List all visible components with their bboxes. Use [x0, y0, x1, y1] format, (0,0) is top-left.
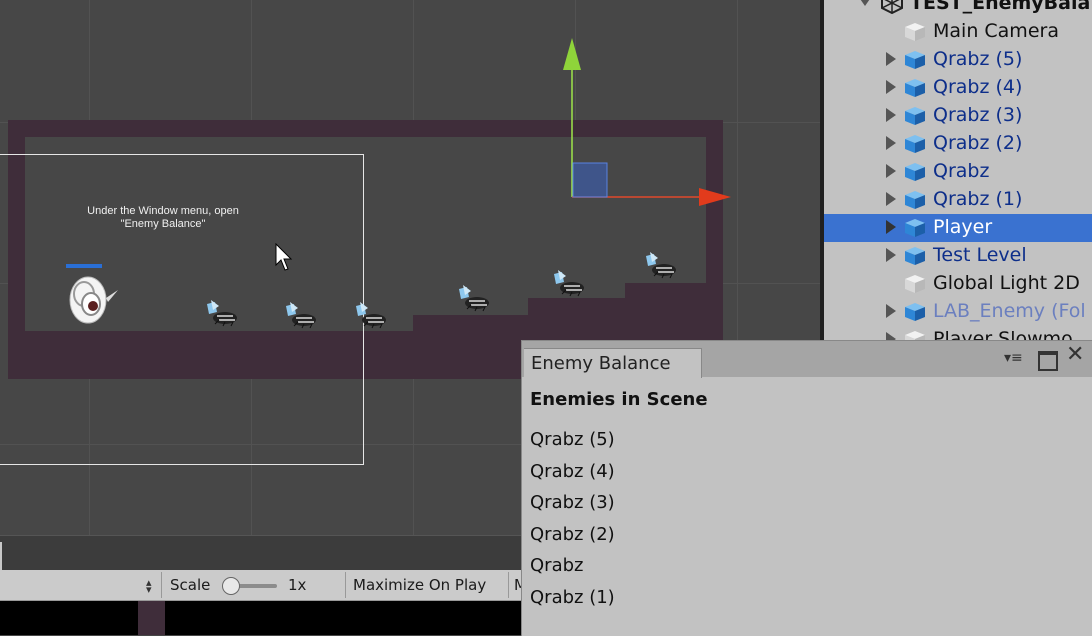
expand-arrow-icon[interactable]	[886, 136, 896, 150]
hint-line-2: "Enemy Balance"	[120, 218, 206, 230]
hierarchy-item-label: Player Slowmo	[933, 328, 1073, 340]
hierarchy-item[interactable]: Main Camera	[824, 18, 1092, 46]
scene-name[interactable]: TEST_EnemyBala	[910, 0, 1090, 14]
expand-arrow-icon[interactable]	[886, 332, 896, 340]
gameobject-cube-icon	[904, 106, 926, 126]
gameobject-cube-icon	[904, 218, 926, 238]
move-gizmo[interactable]	[555, 36, 735, 215]
hierarchy-item-label: Qrabz (2)	[933, 132, 1023, 154]
hint-line-1: Under the Window menu, open	[87, 205, 239, 217]
hierarchy-item-label: Qrabz (1)	[933, 188, 1023, 210]
enemy-sprite[interactable]	[284, 302, 320, 334]
hierarchy-item[interactable]: Qrabz (4)	[824, 74, 1092, 102]
hierarchy-item[interactable]: Qrabz (2)	[824, 130, 1092, 158]
hierarchy-item-label: Main Camera	[933, 20, 1059, 42]
expand-arrow-icon[interactable]	[886, 108, 896, 122]
x-axis-arrow-icon	[699, 188, 731, 206]
level-step	[413, 315, 706, 335]
gameobject-cube-icon	[904, 22, 926, 42]
enemy-list-item[interactable]: Qrabz (1)	[530, 587, 615, 608]
game-tab[interactable]	[0, 542, 2, 570]
expand-arrow-icon[interactable]	[886, 248, 896, 262]
expand-arrow-icon[interactable]	[886, 164, 896, 178]
resolution-dropdown-arrows-icon[interactable]: ▴ ▾	[146, 577, 152, 595]
window-header: Enemy Balance ▾≡ ✕	[522, 341, 1092, 378]
hierarchy-item[interactable]: LAB_Enemy (Fol	[824, 298, 1092, 326]
separator	[508, 572, 509, 598]
hierarchy-item-label: Player	[933, 216, 993, 238]
gameobject-cube-icon	[904, 50, 926, 70]
hierarchy-item-label: Qrabz (4)	[933, 76, 1023, 98]
hierarchy-item-label: Qrabz (3)	[933, 104, 1023, 126]
hierarchy-item-label: Qrabz (5)	[933, 48, 1023, 70]
gameobject-cube-icon	[904, 302, 926, 322]
hierarchy-panel: TEST_EnemyBala Main Camera Qrabz (5) Qrabz…	[820, 0, 1092, 340]
player-sprite[interactable]	[66, 264, 120, 330]
enemy-list-item[interactable]: Qrabz (5)	[530, 429, 615, 450]
hierarchy-item[interactable]: Qrabz (1)	[824, 186, 1092, 214]
hierarchy-item[interactable]: Qrabz (3)	[824, 102, 1092, 130]
scale-label: Scale	[170, 576, 211, 594]
hierarchy-item-label: Global Light 2D	[933, 272, 1080, 294]
maximize-on-play-toggle[interactable]: Maximize On Play	[353, 576, 486, 594]
enemy-sprite[interactable]	[354, 302, 390, 334]
enemy-list-item[interactable]: Qrabz (2)	[530, 524, 615, 545]
y-axis-arrow-icon	[563, 38, 581, 70]
hierarchy-item[interactable]: Player	[824, 214, 1092, 242]
expand-arrow-icon[interactable]	[886, 304, 896, 318]
maximize-icon[interactable]	[1038, 351, 1058, 371]
gameobject-cube-icon	[904, 134, 926, 154]
hierarchy-item[interactable]: Qrabz	[824, 158, 1092, 186]
mouse-cursor-icon	[275, 242, 295, 277]
gameobject-cube-icon	[904, 78, 926, 98]
expand-arrow-icon[interactable]	[886, 192, 896, 206]
enemies-heading: Enemies in Scene	[530, 389, 708, 410]
scene-hint-text: Under the Window menu, open "Enemy Balan…	[70, 205, 256, 231]
enemy-balance-window: Enemy Balance ▾≡ ✕ Enemies in Scene Qrab…	[521, 340, 1092, 636]
hierarchy-item[interactable]: Qrabz (5)	[824, 46, 1092, 74]
hierarchy-item-label: Test Level	[933, 244, 1027, 266]
hierarchy-item[interactable]: Test Level	[824, 242, 1092, 270]
enemy-list-item[interactable]: Qrabz	[530, 555, 583, 576]
hierarchy-item[interactable]: Global Light 2D	[824, 270, 1092, 298]
expand-arrow-icon[interactable]	[886, 80, 896, 94]
separator	[161, 572, 162, 598]
enemy-sprite[interactable]	[644, 252, 680, 284]
hierarchy-item-label: Qrabz	[933, 160, 990, 182]
expand-arrow-icon[interactable]	[886, 220, 896, 234]
level-step	[625, 283, 706, 303]
hierarchy-item[interactable]: Player Slowmo	[824, 326, 1092, 340]
enemy-list-item[interactable]: Qrabz (4)	[530, 461, 615, 482]
game-level-fragment	[138, 601, 165, 635]
gameobject-cube-icon	[904, 246, 926, 266]
enemy-list-item[interactable]: Qrabz (3)	[530, 492, 615, 513]
enemy-sprite[interactable]	[205, 300, 241, 332]
scene-collapse-arrow-icon[interactable]	[858, 0, 872, 6]
close-icon[interactable]: ✕	[1066, 344, 1084, 366]
gameobject-cube-icon	[904, 190, 926, 210]
tab-title: Enemy Balance	[531, 353, 671, 374]
gameobject-cube-icon	[904, 274, 926, 294]
gameobject-cube-icon	[904, 162, 926, 182]
enemy-sprite[interactable]	[457, 285, 493, 317]
separator	[345, 572, 346, 598]
scale-slider-thumb[interactable]	[222, 577, 240, 595]
enemy-sprite[interactable]	[552, 270, 588, 302]
gameobject-cube-icon	[904, 330, 926, 340]
hierarchy-item-label: LAB_Enemy (Fol	[933, 300, 1086, 322]
expand-arrow-icon[interactable]	[886, 52, 896, 66]
enemy-balance-tab[interactable]: Enemy Balance	[524, 348, 702, 378]
window-menu-icon[interactable]: ▾≡	[1004, 349, 1023, 367]
unity-scene-icon	[880, 0, 904, 18]
scale-value: 1x	[288, 576, 307, 594]
